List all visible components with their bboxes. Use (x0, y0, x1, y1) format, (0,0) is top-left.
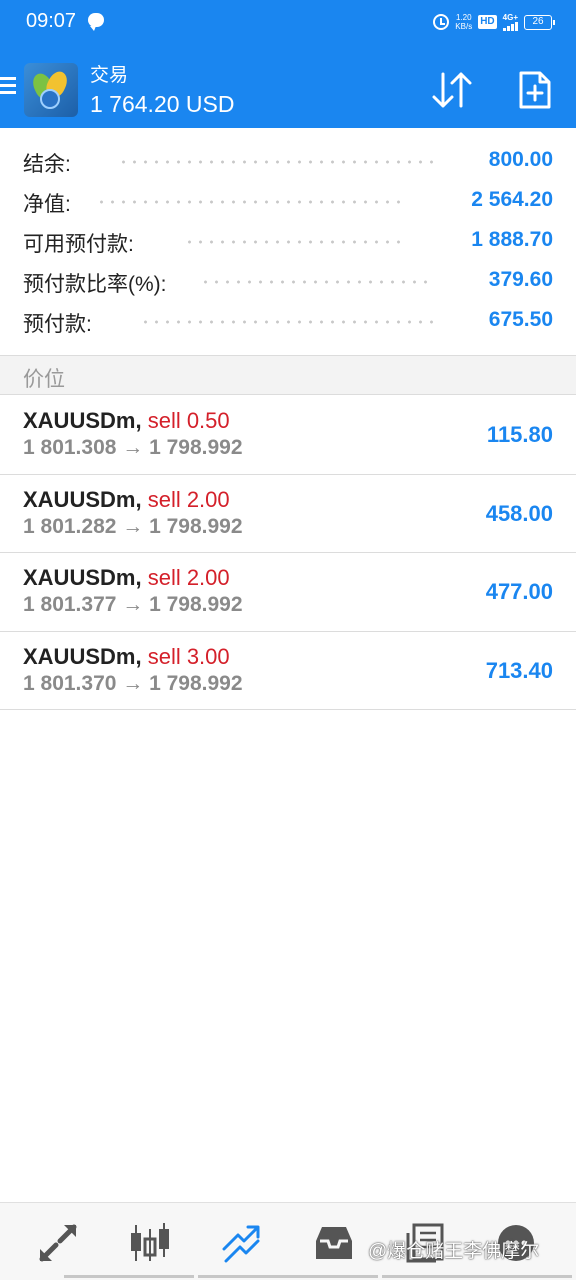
nav-divider (382, 1275, 572, 1278)
position-title: XAUUSDm, sell 2.00 (23, 565, 230, 591)
dot-leader (184, 240, 406, 244)
status-indicators: 1.20 KB/s HD 4G+ 26 (433, 11, 555, 33)
summary-value: 379.60 (488, 268, 553, 291)
summary-value: 800.00 (488, 148, 553, 171)
network-speed-unit: KB/s (455, 22, 473, 31)
header-balance: 1 764.20 USD (90, 91, 235, 117)
position-row[interactable]: XAUUSDm, sell 2.00 1 801.377 → 1 798.992… (0, 553, 576, 632)
app-logo (24, 63, 78, 117)
summary-label: 净值: (23, 193, 71, 216)
position-symbol: XAUUSDm, (23, 565, 142, 590)
summary-label: 可用预付款: (23, 233, 134, 256)
status-bar: 09:07 1.20 KB/s HD 4G+ 26 (0, 0, 576, 44)
position-prices: 1 801.377 → 1 798.992 (23, 593, 243, 616)
position-row[interactable]: XAUUSDm, sell 2.00 1 801.282 → 1 798.992… (0, 475, 576, 553)
summary-row-equity: 净值: 2 564.20 (0, 180, 576, 220)
account-summary: 结余: 800.00 净值: 2 564.20 可用预付款: 1 888.70 … (0, 140, 576, 340)
position-symbol: XAUUSDm, (23, 643, 142, 669)
add-order-icon[interactable] (518, 70, 552, 110)
position-symbol: XAUUSDm, (23, 486, 142, 512)
chat-bubble-icon (88, 13, 104, 31)
trade-icon[interactable] (220, 1221, 264, 1265)
quotes-icon[interactable] (36, 1221, 80, 1265)
sort-icon[interactable] (430, 70, 474, 110)
position-prices: 1 801.370 → 1 798.992 (23, 671, 243, 695)
network-speed-value: 1.20 (455, 13, 472, 22)
section-title: 价位 (23, 368, 65, 391)
dot-leader (140, 320, 434, 324)
dot-leader (200, 280, 434, 284)
position-title: XAUUSDm, sell 0.50 (23, 408, 230, 434)
nav-divider (198, 1275, 378, 1278)
position-title: XAUUSDm, sell 3.00 (23, 644, 230, 670)
menu-icon[interactable] (0, 77, 16, 95)
hd-badge: HD (478, 15, 497, 29)
position-title: XAUUSDm, sell 2.00 (23, 487, 230, 513)
position-row[interactable]: XAUUSDm, sell 3.00 1 801.370 → 1 798.992… (0, 632, 576, 710)
network-speed: 1.20 KB/s (455, 13, 472, 31)
status-time: 09:07 (26, 10, 77, 32)
summary-row-margin-level: 预付款比率(%): 379.60 (0, 260, 576, 300)
summary-value: 675.50 (488, 308, 553, 331)
position-prices: 1 801.282 → 1 798.992 (23, 514, 243, 538)
dot-leader (118, 160, 434, 164)
position-profit: 713.40 (485, 657, 553, 683)
position-prices: 1 801.308 → 1 798.992 (23, 436, 243, 459)
summary-label: 预付款: (23, 313, 92, 336)
positions-section-header: 价位 (0, 355, 576, 395)
signal-indicator: 4G+ (502, 12, 518, 31)
nav-divider (64, 1275, 194, 1278)
position-side: sell 3.00 (147, 643, 230, 669)
history-icon[interactable] (312, 1221, 356, 1265)
position-profit: 477.00 (485, 579, 553, 604)
summary-value: 2 564.20 (471, 188, 553, 211)
dot-leader (96, 200, 406, 204)
summary-row-free-margin: 可用预付款: 1 888.70 (0, 220, 576, 260)
signal-label: 4G+ (502, 12, 518, 22)
positions-list: XAUUSDm, sell 0.50 1 801.308 → 1 798.992… (0, 396, 576, 710)
summary-row-margin: 预付款: 675.50 (0, 300, 576, 340)
position-side: sell 2.00 (147, 486, 230, 512)
app-header: 交易 1 764.20 USD (0, 44, 576, 128)
position-profit: 458.00 (485, 500, 553, 526)
battery-icon: 26 (524, 14, 555, 30)
position-profit: 115.80 (486, 422, 553, 447)
position-row[interactable]: XAUUSDm, sell 0.50 1 801.308 → 1 798.992… (0, 396, 576, 475)
signal-bars-icon (502, 21, 518, 31)
position-side: sell 2.00 (147, 565, 230, 590)
summary-value: 1 888.70 (471, 228, 553, 251)
summary-row-balance: 结余: 800.00 (0, 140, 576, 180)
page-title: 交易 (90, 65, 129, 86)
watermark: @爆仓赌王李佛摩尔 (368, 1241, 540, 1262)
alarm-icon (433, 14, 450, 30)
summary-label: 结余: (23, 153, 71, 176)
position-symbol: XAUUSDm, (23, 408, 142, 433)
position-side: sell 0.50 (147, 408, 230, 433)
summary-label: 预付款比率(%): (23, 273, 167, 296)
chart-icon[interactable] (128, 1221, 172, 1265)
